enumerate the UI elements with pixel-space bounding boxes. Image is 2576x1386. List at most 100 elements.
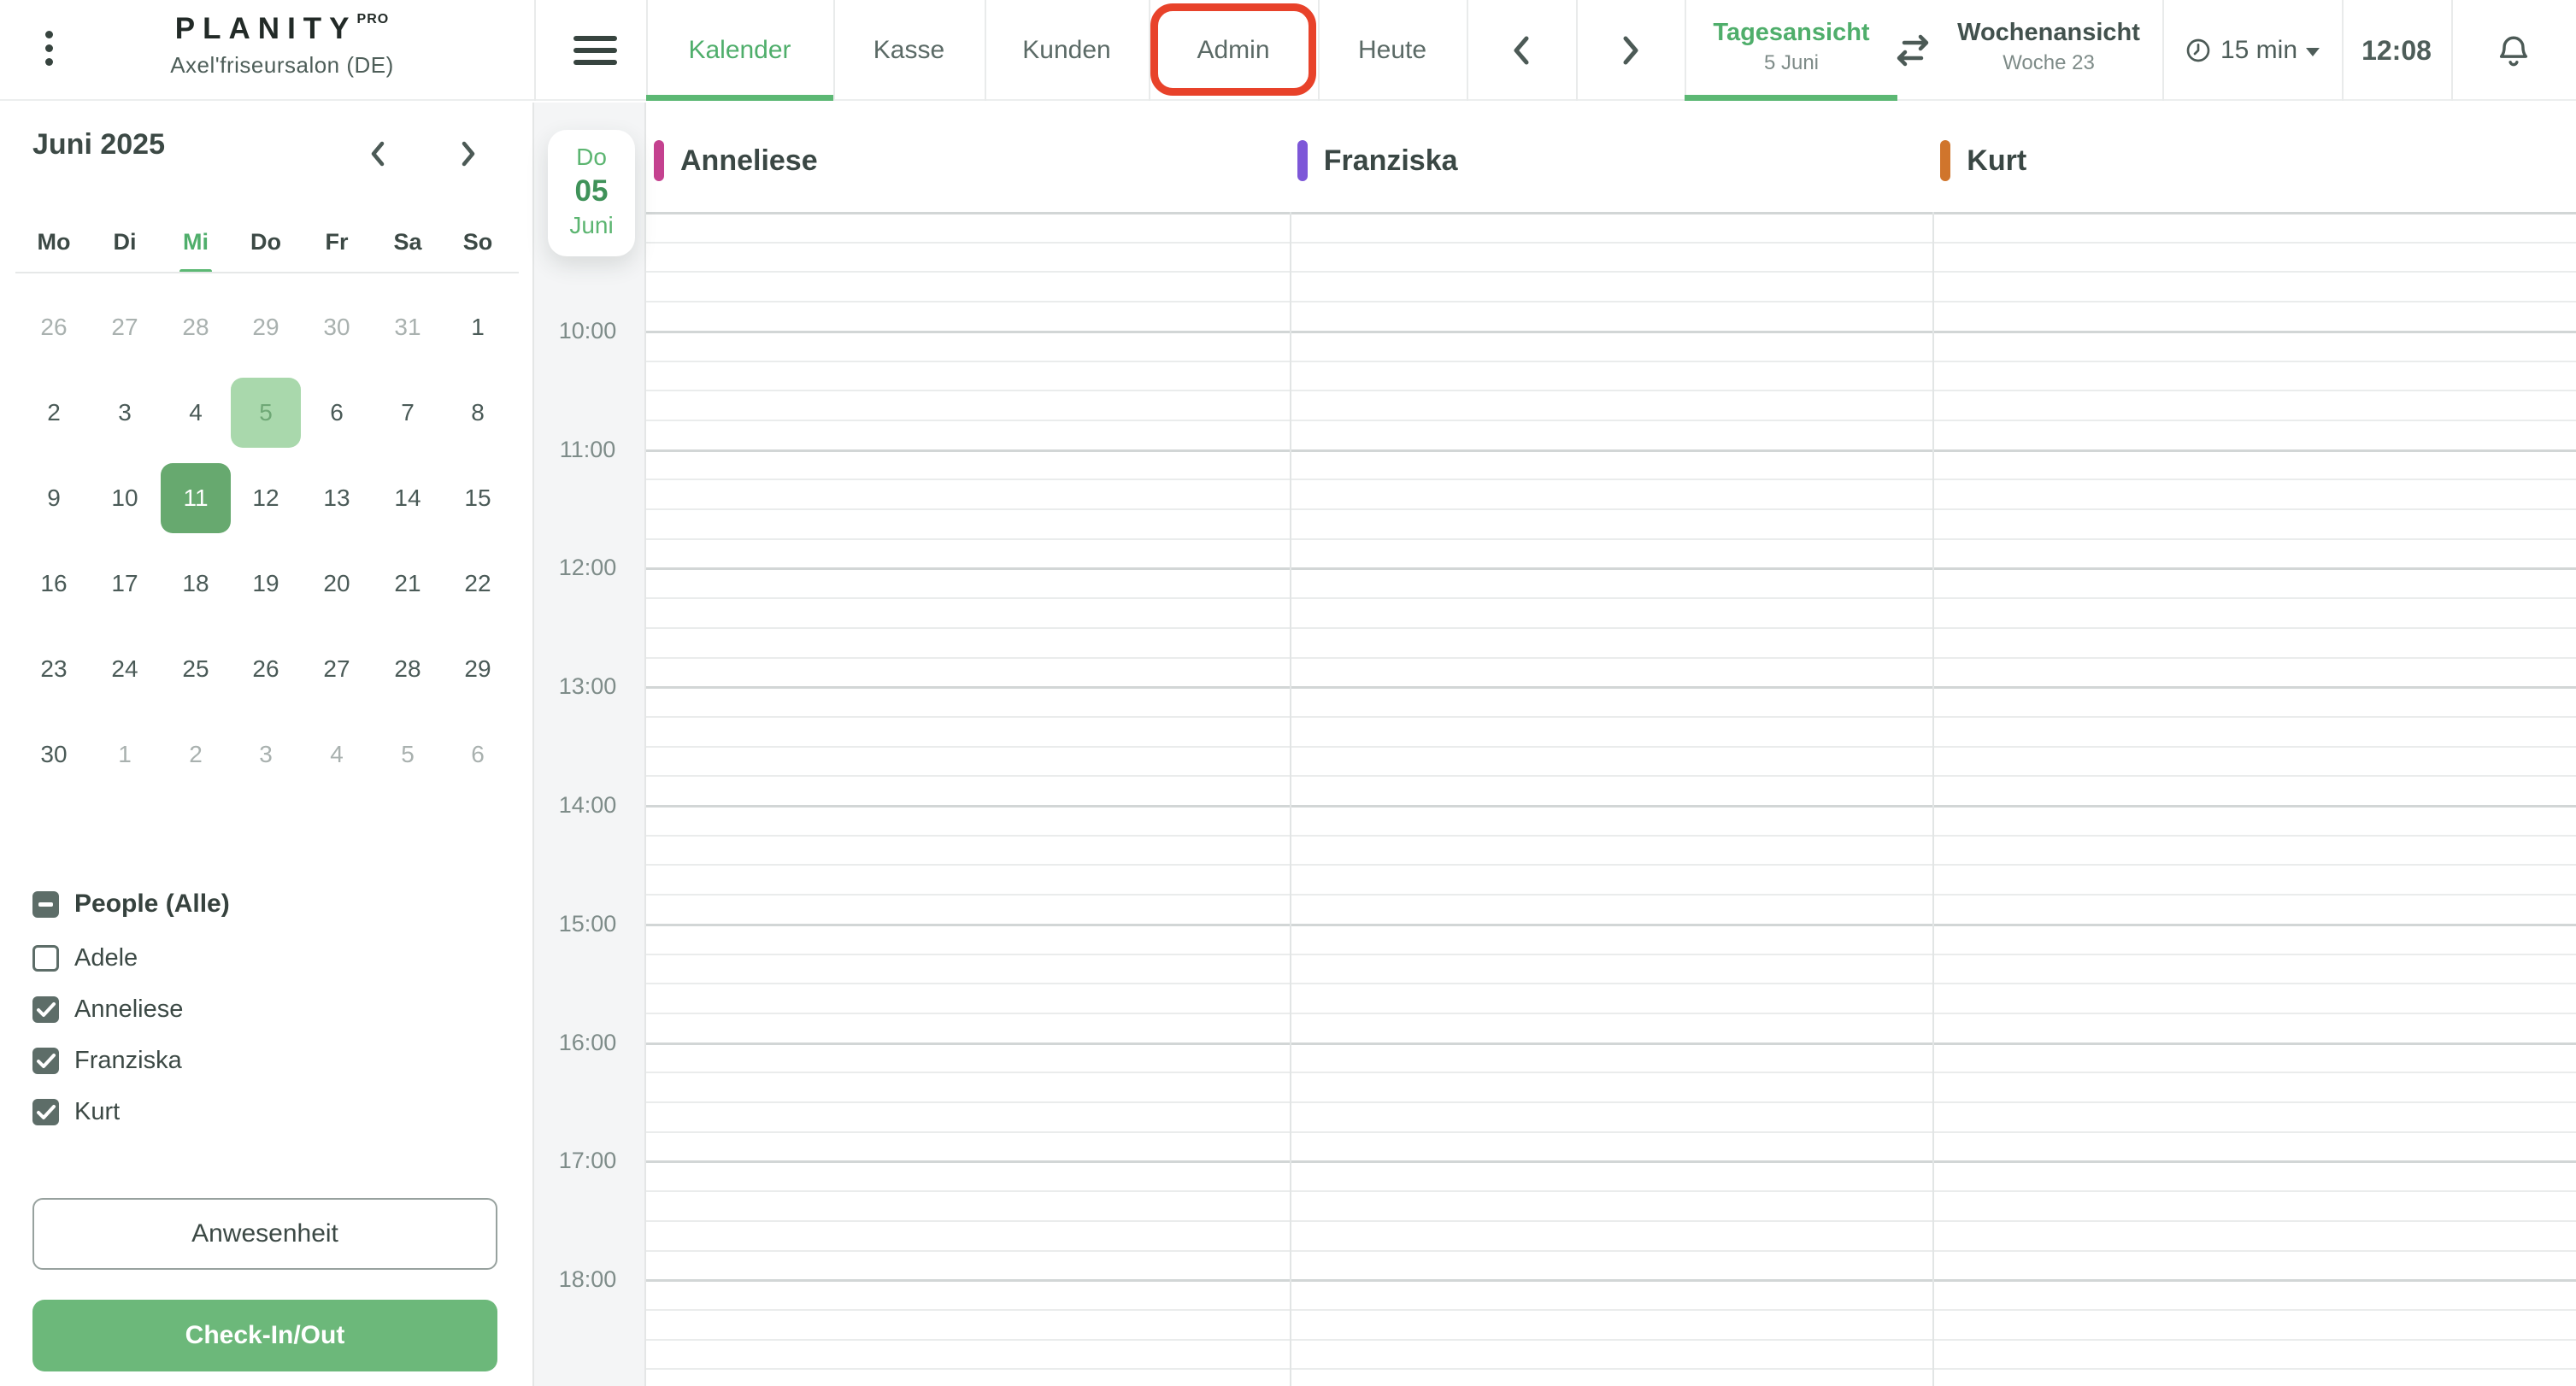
interval-dropdown[interactable]: 15 min [2162, 0, 2342, 101]
grid-line [646, 1279, 2576, 1283]
minical-day-26[interactable]: 26 [19, 292, 89, 362]
minical-day-8[interactable]: 8 [443, 378, 513, 448]
grid-line [646, 775, 2576, 778]
time-label-18-00: 18:00 [558, 1266, 617, 1293]
minical-day-4[interactable]: 4 [302, 719, 372, 790]
minical-day-27[interactable]: 27 [90, 292, 160, 362]
minical-day-2[interactable]: 2 [19, 378, 89, 448]
people-all-checkbox[interactable] [32, 890, 59, 918]
tab-heute[interactable]: Heute [1318, 0, 1467, 101]
grid-line [646, 953, 2576, 955]
check-in-out-button[interactable]: Check-In/Out [32, 1300, 497, 1371]
checkbox-anneliese[interactable] [32, 995, 59, 1023]
grid-line [646, 419, 2576, 421]
minical-day-28[interactable]: 28 [373, 634, 443, 704]
minical-day-10[interactable]: 10 [90, 463, 160, 533]
minical-day-6[interactable]: 6 [443, 719, 513, 790]
calendar-next-button[interactable] [1576, 0, 1685, 101]
minical-day-14[interactable]: 14 [373, 463, 443, 533]
checkbox-franziska[interactable] [32, 1047, 59, 1074]
minical-day-22[interactable]: 22 [443, 549, 513, 619]
minical-day-12[interactable]: 12 [231, 463, 301, 533]
kebab-menu-icon[interactable] [44, 31, 55, 72]
minical-day-4[interactable]: 4 [161, 378, 231, 448]
minical-day-21[interactable]: 21 [373, 549, 443, 619]
minical-day-23[interactable]: 23 [19, 634, 89, 704]
grid-line [646, 983, 2576, 985]
checkbox-kurt[interactable] [32, 1098, 59, 1125]
minical-weekday-fr: Fr [325, 229, 349, 255]
minical-day-11[interactable]: 11 [161, 463, 231, 533]
notifications-button[interactable] [2451, 0, 2576, 101]
minical-day-5[interactable]: 5 [373, 719, 443, 790]
minical-day-2[interactable]: 2 [161, 719, 231, 790]
people-member-kurt[interactable]: Kurt [32, 1093, 120, 1131]
schedule-grid[interactable]: Anneliese Franziska Kurt [646, 103, 2576, 1386]
grid-line [646, 301, 2576, 303]
active-tab-underline [646, 95, 833, 101]
grid-line [646, 923, 2576, 926]
swap-views-icon[interactable] [1892, 31, 1933, 70]
minical-day-16[interactable]: 16 [19, 549, 89, 619]
people-member-franziska[interactable]: Franziska [32, 1042, 182, 1079]
minical-day-6[interactable]: 6 [302, 378, 372, 448]
minical-day-26[interactable]: 26 [231, 634, 301, 704]
column-divider [1932, 212, 1935, 1386]
people-member-adele[interactable]: Adele [32, 939, 138, 977]
tab-admin[interactable]: Admin [1149, 0, 1318, 101]
mini-calendar-next-button[interactable] [450, 135, 487, 173]
header-divider [2451, 0, 2453, 101]
column-divider [1289, 212, 1291, 1386]
minical-day-1[interactable]: 1 [90, 719, 160, 790]
minical-day-9[interactable]: 9 [19, 463, 89, 533]
minical-day-29[interactable]: 29 [231, 292, 301, 362]
minical-day-3[interactable]: 3 [231, 719, 301, 790]
minical-day-30[interactable]: 30 [19, 719, 89, 790]
checkbox-adele[interactable] [32, 944, 59, 972]
mini-calendar-title: Juni 2025 [32, 128, 165, 161]
grid-line [646, 656, 2576, 659]
planity-calendar-app: PLANITYPRO Axel'friseursalon (DE) Kalend… [0, 0, 2576, 1386]
day-badge-month: Juni [569, 212, 614, 238]
member-name: Adele [74, 943, 138, 972]
people-filter-header[interactable]: People (Alle) [32, 885, 230, 923]
minical-day-17[interactable]: 17 [90, 549, 160, 619]
minical-day-18[interactable]: 18 [161, 549, 231, 619]
minical-day-25[interactable]: 25 [161, 634, 231, 704]
attendance-button[interactable]: Anwesenheit [32, 1198, 497, 1270]
member-name: Anneliese [74, 995, 184, 1023]
tab-kalender[interactable]: Kalender [646, 0, 833, 101]
column-color-bar [1940, 140, 1951, 181]
header-divider [534, 0, 536, 101]
mini-calendar-prev-button[interactable] [359, 135, 397, 173]
minical-day-27[interactable]: 27 [302, 634, 372, 704]
grid-line [646, 479, 2576, 481]
minical-day-30[interactable]: 30 [302, 292, 372, 362]
minical-day-13[interactable]: 13 [302, 463, 372, 533]
tab-tagesansicht[interactable]: Tagesansicht 5 Juni [1685, 0, 1898, 101]
minical-day-31[interactable]: 31 [373, 292, 443, 362]
grid-line [646, 390, 2576, 392]
minical-day-15[interactable]: 15 [443, 463, 513, 533]
tab-kunden[interactable]: Kunden [985, 0, 1149, 101]
minical-day-1[interactable]: 1 [443, 292, 513, 362]
grid-line [646, 864, 2576, 866]
people-member-anneliese[interactable]: Anneliese [32, 990, 183, 1028]
minical-weekday-mo: Mo [37, 229, 71, 255]
header-divider [1685, 0, 1686, 101]
minical-day-5[interactable]: 5 [231, 378, 301, 448]
tab-wochenansicht[interactable]: Wochenansicht Woche 23 [1942, 0, 2155, 101]
column-header-kurt: Kurt [1940, 139, 2026, 182]
hamburger-menu-icon[interactable] [573, 36, 617, 65]
day-badge-day: 05 [574, 174, 609, 208]
minical-day-7[interactable]: 7 [373, 378, 443, 448]
minical-day-3[interactable]: 3 [90, 378, 160, 448]
grid-line [646, 686, 2576, 690]
tab-kasse[interactable]: Kasse [833, 0, 985, 101]
minical-day-19[interactable]: 19 [231, 549, 301, 619]
minical-day-20[interactable]: 20 [302, 549, 372, 619]
calendar-prev-button[interactable] [1467, 0, 1576, 101]
minical-day-28[interactable]: 28 [161, 292, 231, 362]
minical-day-29[interactable]: 29 [443, 634, 513, 704]
minical-day-24[interactable]: 24 [90, 634, 160, 704]
